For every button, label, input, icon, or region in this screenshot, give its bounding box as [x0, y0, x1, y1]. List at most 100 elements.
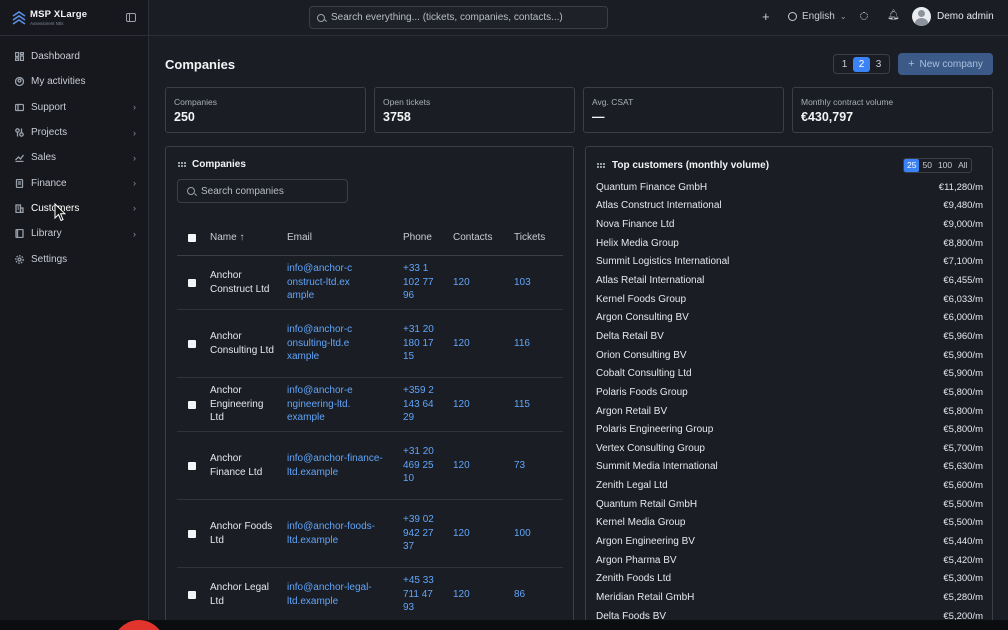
company-phone-link[interactable]: +31 20 180 17 15	[403, 323, 437, 364]
table-row[interactable]: Anchor Consulting Ltd info@anchor-consul…	[177, 310, 563, 378]
company-phone-link[interactable]: +45 33 711 47 93	[403, 574, 437, 615]
contacts-count-link[interactable]: 120	[453, 276, 514, 290]
customer-name[interactable]: Atlas Construct International	[596, 200, 722, 211]
company-email-link[interactable]: info@anchor-construct-ltd.example	[287, 262, 353, 303]
list-item[interactable]: Nova Finance Ltd €9,000/m	[596, 215, 983, 234]
customer-name[interactable]: Cobalt Consulting Ltd	[596, 368, 692, 379]
customer-name[interactable]: Polaris Engineering Group	[596, 424, 713, 435]
list-item[interactable]: Argon Consulting BV €6,000/m	[596, 308, 983, 327]
customer-name[interactable]: Kernel Media Group	[596, 517, 686, 528]
language-select[interactable]: English ⌄	[788, 11, 847, 22]
page-button-2[interactable]: 2	[853, 56, 870, 72]
list-item[interactable]: Atlas Construct International €9,480/m	[596, 197, 983, 216]
top-count-option-all[interactable]: All	[955, 159, 970, 172]
top-count-option-25[interactable]: 25	[904, 159, 920, 172]
drag-handle-icon[interactable]	[178, 162, 187, 168]
company-search-input[interactable]	[201, 185, 341, 197]
list-item[interactable]: Atlas Retail International €6,455/m	[596, 271, 983, 290]
contacts-count-link[interactable]: 120	[453, 588, 514, 602]
customer-name[interactable]: Meridian Retail GmbH	[596, 592, 694, 603]
customer-name[interactable]: Nova Finance Ltd	[596, 219, 674, 230]
list-item[interactable]: Vertex Consulting Group €5,700/m	[596, 439, 983, 458]
row-checkbox[interactable]	[188, 400, 196, 409]
tickets-count-link[interactable]: 73	[514, 459, 563, 473]
company-email-link[interactable]: info@anchor-legal-ltd.example	[287, 581, 387, 608]
page-button-3[interactable]: 3	[870, 57, 887, 72]
top-count-option-100[interactable]: 100	[935, 159, 955, 172]
column-header-phone[interactable]: Phone	[403, 232, 453, 243]
global-search-input[interactable]	[331, 12, 601, 23]
company-name[interactable]: Anchor Legal Ltd	[210, 581, 278, 608]
list-item[interactable]: Helix Media Group €8,800/m	[596, 234, 983, 253]
sidebar-item-dashboard[interactable]: Dashboard	[0, 44, 148, 69]
customer-name[interactable]: Orion Consulting BV	[596, 350, 687, 361]
column-header-contacts[interactable]: Contacts	[453, 232, 514, 243]
sidebar-item-settings[interactable]: Settings	[0, 246, 148, 271]
list-item[interactable]: Cobalt Consulting Ltd €5,900/m	[596, 364, 983, 383]
list-item[interactable]: Argon Retail BV €5,800/m	[596, 402, 983, 421]
sidebar-item-sales[interactable]: Sales ›	[0, 145, 148, 170]
table-row[interactable]: Anchor Legal Ltd info@anchor-legal-ltd.e…	[177, 568, 563, 622]
sidebar-item-finance[interactable]: Finance ›	[0, 170, 148, 195]
list-item[interactable]: Kernel Media Group €5,500/m	[596, 514, 983, 533]
theme-toggle-icon[interactable]	[860, 12, 868, 20]
company-phone-link[interactable]: +39 02 942 27 37	[403, 513, 437, 554]
tickets-count-link[interactable]: 116	[514, 337, 563, 351]
company-name[interactable]: Anchor Finance Ltd	[210, 452, 278, 479]
column-header-name[interactable]: Name ↑	[210, 232, 287, 243]
list-item[interactable]: Argon Engineering BV €5,440/m	[596, 532, 983, 551]
sidebar-item-support[interactable]: Support ›	[0, 95, 148, 120]
customer-name[interactable]: Helix Media Group	[596, 238, 679, 249]
drag-handle-icon[interactable]	[597, 163, 606, 169]
customer-name[interactable]: Polaris Foods Group	[596, 387, 688, 398]
add-icon[interactable]: +	[762, 10, 770, 23]
customer-name[interactable]: Argon Consulting BV	[596, 312, 689, 323]
company-email-link[interactable]: info@anchor-engineering-ltd.example	[287, 384, 353, 425]
sidebar-collapse-icon[interactable]	[126, 13, 136, 22]
tickets-count-link[interactable]: 115	[514, 398, 563, 412]
sidebar-item-customers[interactable]: Customers ›	[0, 196, 148, 221]
sidebar-item-projects[interactable]: Projects ›	[0, 120, 148, 145]
row-checkbox[interactable]	[188, 590, 196, 599]
user-menu[interactable]: Demo admin	[912, 7, 994, 26]
customer-name[interactable]: Argon Retail BV	[596, 406, 667, 417]
row-checkbox[interactable]	[188, 339, 196, 348]
brand[interactable]: MSP XLarge Assessment Ntls	[0, 0, 148, 36]
select-all-checkbox[interactable]	[188, 233, 196, 242]
column-header-email[interactable]: Email	[287, 232, 403, 243]
column-header-tickets[interactable]: Tickets	[514, 232, 563, 243]
customer-name[interactable]: Quantum Retail GmbH	[596, 499, 697, 510]
table-row[interactable]: Anchor Finance Ltd info@anchor-finance-l…	[177, 432, 563, 500]
customer-name[interactable]: Quantum Finance GmbH	[596, 182, 707, 193]
company-email-link[interactable]: info@anchor-foods-ltd.example	[287, 520, 387, 547]
tickets-count-link[interactable]: 103	[514, 276, 563, 290]
customer-name[interactable]: Summit Media International	[596, 461, 718, 472]
contacts-count-link[interactable]: 120	[453, 527, 514, 541]
table-row[interactable]: Anchor Construct Ltd info@anchor-constru…	[177, 256, 563, 310]
company-name[interactable]: Anchor Engineering Ltd	[210, 384, 278, 425]
list-item[interactable]: Kernel Foods Group €6,033/m	[596, 290, 983, 309]
list-item[interactable]: Argon Pharma BV €5,420/m	[596, 551, 983, 570]
customer-name[interactable]: Argon Pharma BV	[596, 555, 677, 566]
customer-name[interactable]: Argon Engineering BV	[596, 536, 695, 547]
customer-name[interactable]: Zenith Foods Ltd	[596, 573, 671, 584]
contacts-count-link[interactable]: 120	[453, 459, 514, 473]
list-item[interactable]: Zenith Legal Ltd €5,600/m	[596, 476, 983, 495]
company-name[interactable]: Anchor Foods Ltd	[210, 520, 278, 547]
customer-name[interactable]: Atlas Retail International	[596, 275, 704, 286]
company-phone-link[interactable]: +359 2 143 64 29	[403, 384, 437, 425]
list-item[interactable]: Orion Consulting BV €5,900/m	[596, 346, 983, 365]
list-item[interactable]: Meridian Retail GmbH €5,280/m	[596, 588, 983, 607]
row-checkbox[interactable]	[188, 278, 196, 287]
company-phone-link[interactable]: +33 1 102 77 96	[403, 262, 437, 303]
list-item[interactable]: Summit Media International €5,630/m	[596, 458, 983, 477]
customer-name[interactable]: Vertex Consulting Group	[596, 443, 705, 454]
customer-name[interactable]: Zenith Legal Ltd	[596, 480, 668, 491]
contacts-count-link[interactable]: 120	[453, 337, 514, 351]
list-item[interactable]: Polaris Engineering Group €5,800/m	[596, 420, 983, 439]
list-item[interactable]: Quantum Finance GmbH €11,280/m	[596, 178, 983, 197]
company-name[interactable]: Anchor Consulting Ltd	[210, 330, 278, 357]
list-item[interactable]: Delta Retail BV €5,960/m	[596, 327, 983, 346]
list-item[interactable]: Summit Logistics International €7,100/m	[596, 253, 983, 272]
company-search[interactable]	[177, 179, 348, 203]
